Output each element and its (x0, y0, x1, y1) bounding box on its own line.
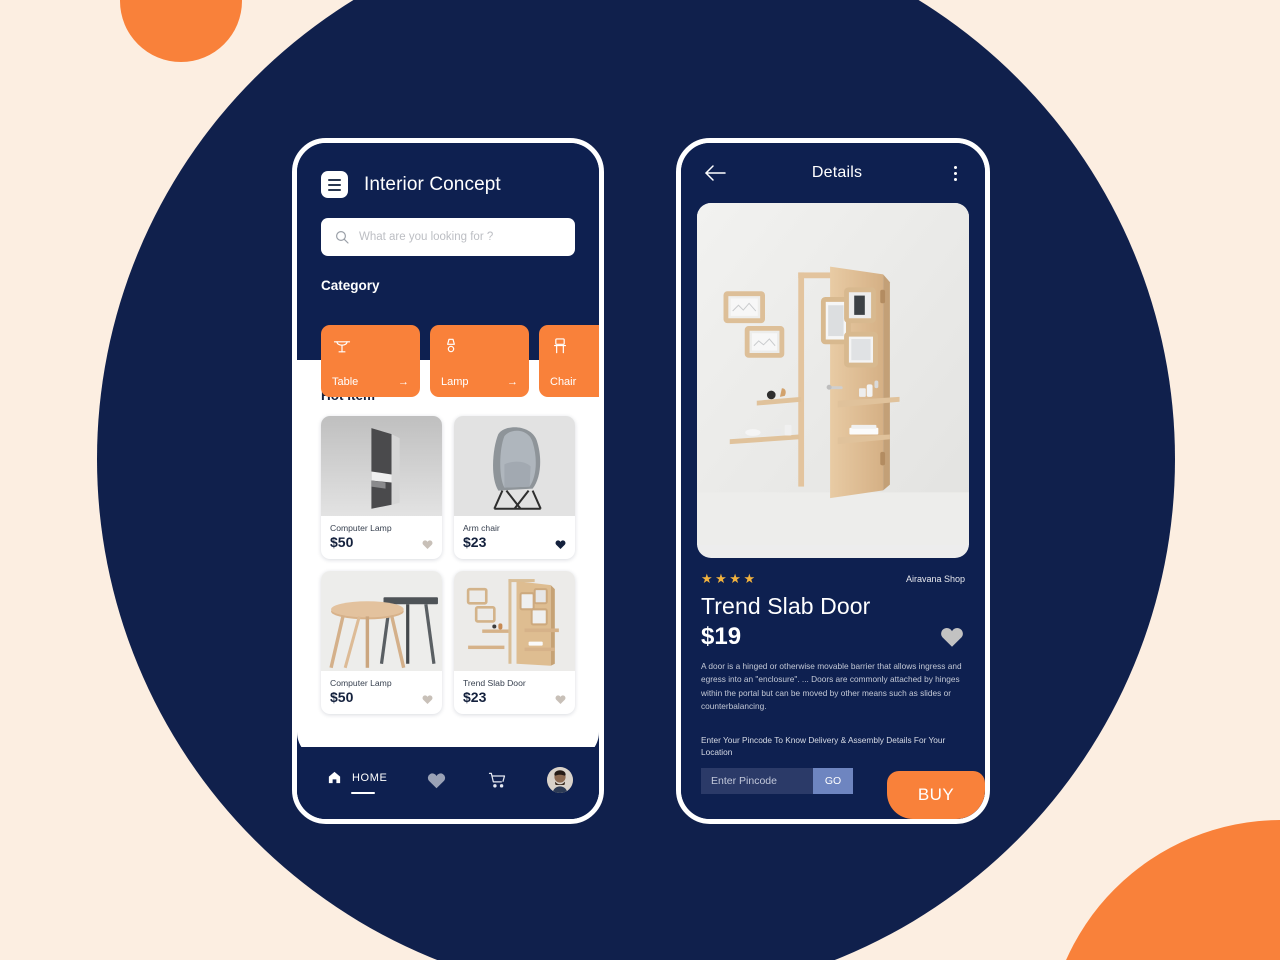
heart-icon[interactable] (555, 539, 566, 550)
computer-lamp-photo (321, 416, 442, 516)
hamburger-menu-icon[interactable] (321, 171, 348, 198)
hero-product-image (697, 203, 969, 558)
product-card[interactable]: Computer Lamp $50 (321, 571, 442, 714)
pincode-placeholder: Enter Pincode (711, 774, 777, 787)
side-tables-photo (321, 571, 442, 671)
nav-item-favorites[interactable] (426, 769, 448, 791)
product-card[interactable]: Trend Slab Door $23 (454, 571, 575, 714)
product-card[interactable]: Arm chair $23 (454, 416, 575, 559)
app-title: Interior Concept (364, 173, 501, 195)
category-card-chair[interactable]: Chair (539, 325, 599, 397)
details-screen: Details ★★★★ Airavana Shop Trend Slab Do… (681, 143, 985, 819)
rating-stars: ★★★★ (701, 571, 758, 586)
category-label: Table (332, 376, 359, 388)
arrow-left-icon[interactable] (703, 164, 727, 182)
price-row: $19 (697, 623, 969, 651)
product-name: Trend Slab Door (463, 678, 526, 688)
user-avatar[interactable] (547, 767, 573, 793)
home-icon (323, 767, 345, 789)
chair-icon (550, 336, 570, 356)
nav-home-label: HOME (352, 771, 388, 784)
product-price: $50 (330, 689, 354, 705)
search-bar[interactable]: What are you looking for ? (321, 218, 575, 256)
navy-ellipse-decoration (97, 0, 1175, 960)
decorative-background (0, 0, 1280, 960)
pincode-label: Enter Your Pincode To Know Delivery & As… (701, 734, 946, 758)
category-card-table[interactable]: Table → (321, 325, 420, 397)
category-heading: Category (321, 278, 380, 293)
product-price: $23 (463, 534, 487, 550)
lamp-icon (441, 336, 461, 356)
arm-chair-photo (454, 416, 575, 516)
buy-button[interactable]: BUY (887, 771, 985, 819)
product-name: Computer Lamp (330, 678, 392, 688)
shop-name: Airavana Shop (905, 573, 965, 584)
product-price: $23 (463, 689, 487, 705)
details-topbar: Details (697, 143, 969, 203)
phone-frame-home: Interior Concept What are you looking fo… (292, 138, 604, 824)
product-name: Computer Lamp (330, 523, 392, 533)
heart-icon[interactable] (555, 694, 566, 705)
product-grid: Computer Lamp $50 Arm chair $23 Computer… (321, 416, 575, 714)
table-icon (332, 336, 352, 356)
product-description: A door is a hinged or otherwise movable … (701, 661, 962, 712)
category-list: Table → Lamp → Chair (321, 325, 599, 397)
pincode-input[interactable]: Enter Pincode (701, 767, 813, 794)
pincode-go-button[interactable]: GO (813, 767, 853, 794)
trend-slab-door-photo (454, 571, 575, 671)
nav-item-cart[interactable] (486, 769, 508, 791)
product-name: Arm chair (463, 523, 500, 533)
nav-item-home[interactable]: HOME (323, 767, 387, 794)
product-title: Trend Slab Door (701, 593, 871, 619)
nav-active-indicator (351, 791, 376, 794)
arrow-right-icon[interactable]: → (398, 376, 409, 388)
heart-icon[interactable] (422, 539, 433, 550)
rating-row: ★★★★ Airavana Shop (697, 572, 969, 585)
product-price: $19 (701, 623, 742, 650)
orange-circle-top-decoration (120, 0, 242, 62)
home-content-sheet: Hot Item (297, 360, 599, 760)
more-vertical-icon[interactable] (947, 165, 963, 181)
category-label: Chair (550, 376, 577, 388)
heart-icon[interactable] (422, 694, 433, 705)
heart-icon[interactable] (939, 625, 965, 649)
search-input[interactable]: What are you looking for ? (359, 231, 493, 243)
search-icon (335, 230, 349, 244)
bottom-navigation: HOME (297, 747, 599, 819)
product-card[interactable]: Computer Lamp $50 (321, 416, 442, 559)
product-price: $50 (330, 534, 354, 550)
category-label: Lamp (441, 376, 469, 388)
arrow-right-icon[interactable]: → (507, 376, 518, 388)
page-title: Details (811, 164, 863, 181)
home-screen: Interior Concept What are you looking fo… (297, 143, 599, 819)
phone-frame-details: Details ★★★★ Airavana Shop Trend Slab Do… (676, 138, 990, 824)
category-card-lamp[interactable]: Lamp → (430, 325, 529, 397)
orange-circle-bottom-decoration (1046, 820, 1280, 960)
home-topbar: Interior Concept What are you looking fo… (297, 143, 599, 293)
